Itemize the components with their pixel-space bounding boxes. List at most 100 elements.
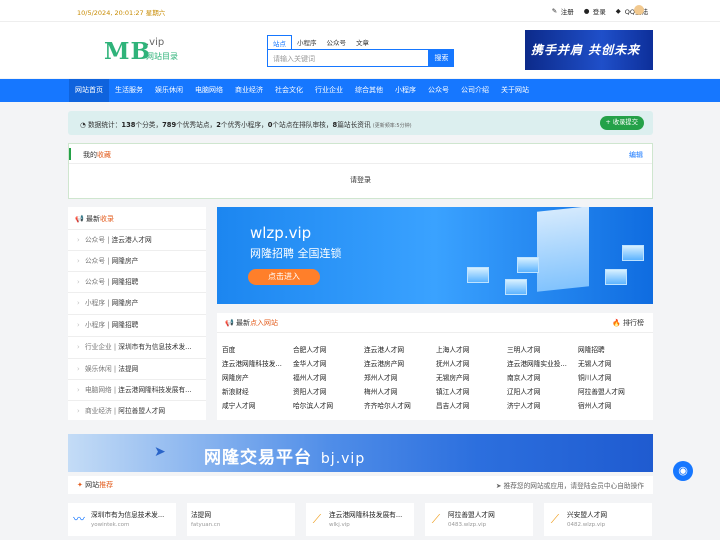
list-item[interactable]: 小程序 | 网隆房产	[68, 292, 206, 313]
recommend-card[interactable]: 〰 深圳市有为信息技术发... yowintek.com	[68, 503, 176, 536]
recommend-note: ➤ 推荐您的网站或应用，请登陆会员中心自助操作	[495, 482, 644, 490]
site-logo[interactable]: MB .vip 网站目录	[104, 37, 178, 65]
hot-site-link[interactable]: 新浪财经	[222, 386, 290, 396]
nav-business[interactable]: 商业经济	[229, 79, 269, 102]
hot-site-link[interactable]: 连云港网隆科技发...	[222, 358, 290, 368]
send-icon: ➤	[495, 482, 502, 490]
list-item[interactable]: 小程序 | 网隆招聘	[68, 314, 206, 335]
recommend-card[interactable]: ⟋ 连云港网隆科技发展有... wlkj.vip	[306, 503, 414, 536]
list-item[interactable]: 行业企业 | 深圳市有为信息技术发...	[68, 336, 206, 357]
login-prompt[interactable]: 请登录	[69, 175, 652, 185]
hot-site-link[interactable]: 连云港房产网	[364, 358, 432, 368]
nav-life[interactable]: 生活服务	[109, 79, 149, 102]
hot-site-link[interactable]: 无锡人才网	[578, 358, 646, 368]
nav-home[interactable]: 网站首页	[69, 79, 109, 102]
top-bar: 10/5/2024, 20:01:27 星期六 ✎注册 ●登录 ◆QQ登陆	[0, 0, 720, 22]
latest-panel: 📢 最新收录 公众号 | 连云港人才网 公众号 | 网隆房产 公众号 | 网隆招…	[68, 207, 206, 421]
search-button[interactable]: 搜索	[429, 49, 454, 67]
qq-chat-icon[interactable]: ◉	[673, 461, 693, 481]
cube-graphic	[605, 269, 627, 285]
user-icon: ●	[583, 6, 590, 15]
hot-site-link[interactable]: 连云港网隆实业投...	[507, 358, 575, 368]
recommend-card[interactable]: ⟋ 阿拉善盟人才网 0483.wlzp.vip	[425, 503, 533, 536]
megaphone-icon: 📢	[75, 215, 84, 223]
hot-site-link[interactable]: 济宁人才网	[507, 400, 575, 410]
divider	[217, 332, 653, 333]
recommend-card[interactable]: ⟋ 兴安盟人才网 0482.wlzp.vip	[544, 503, 652, 536]
hot-site-link[interactable]: 资阳人才网	[293, 386, 361, 396]
favorites-panel: 我的收藏 编辑 请登录	[68, 143, 653, 199]
banner-slogan: 网隆招聘 全国连锁	[250, 247, 342, 260]
hot-site-link[interactable]: 铜川人才网	[578, 372, 646, 382]
hot-site-link[interactable]: 三明人才网	[507, 344, 575, 354]
nav-society[interactable]: 社会文化	[269, 79, 309, 102]
hot-site-link[interactable]: 无锡房产网	[436, 372, 504, 382]
header-banner[interactable]: 携手并肩 共创未来	[525, 30, 653, 70]
submit-site-button[interactable]: + 收录提交	[599, 116, 644, 130]
list-item[interactable]: 公众号 | 网隆招聘	[68, 271, 206, 292]
hot-site-link[interactable]: 咸宁人才网	[222, 400, 290, 410]
megaphone-icon: 📢	[225, 319, 234, 327]
ranking-link[interactable]: 🔥 排行榜	[612, 318, 644, 328]
accent-bar	[69, 148, 71, 160]
avatar[interactable]	[634, 5, 644, 15]
hot-site-link[interactable]: 网隆招聘	[578, 344, 646, 354]
server-tower-graphic	[537, 207, 589, 292]
recommend-header: ✦ 网站推荐 ➤ 推荐您的网站或应用，请登陆会员中心自助操作	[68, 476, 653, 494]
recommend-card[interactable]: 法提网 fatyuan.cn	[187, 503, 295, 536]
hot-site-link[interactable]: 宿州人才网	[578, 400, 646, 410]
hot-site-link[interactable]: 辽阳人才网	[507, 386, 575, 396]
nav-official-account[interactable]: 公众号	[422, 79, 455, 102]
hot-site-link[interactable]: 合肥人才网	[293, 344, 361, 354]
stats-text: ◔ 数据统计：138个分类，789个优秀站点，2个优秀小程序，0个站点在排队审核…	[80, 121, 412, 129]
nav-about[interactable]: 关于网站	[495, 79, 535, 102]
search-input[interactable]: 请输入关键词	[267, 49, 429, 67]
hot-site-link[interactable]: 哈尔滨人才网	[293, 400, 361, 410]
bj-banner-text: 网隆交易平台 bj.vip	[204, 448, 366, 468]
nav-computer[interactable]: 电脑网络	[189, 79, 229, 102]
nav-miniapp[interactable]: 小程序	[389, 79, 422, 102]
wave-logo-icon: 〰	[72, 512, 85, 526]
list-item[interactable]: 公众号 | 连云港人才网	[68, 229, 206, 250]
hot-site-link[interactable]: 连云港人才网	[364, 344, 432, 354]
login-link[interactable]: ● 登录	[584, 6, 606, 16]
hot-site-link[interactable]: 福州人才网	[293, 372, 361, 382]
register-link[interactable]: ✎ 注册	[552, 6, 574, 16]
enter-button[interactable]: 点击进入	[248, 269, 320, 285]
hot-site-link[interactable]: 百度	[222, 344, 290, 354]
trading-platform-banner[interactable]: ➤ 网隆交易平台 bj.vip	[68, 434, 653, 472]
latest-title: 📢 最新收录	[75, 215, 114, 223]
banner-domain: wlzp.vip	[250, 224, 312, 242]
list-item[interactable]: 娱乐休闲 | 法提网	[68, 358, 206, 379]
hot-site-link[interactable]: 南京人才网	[507, 372, 575, 382]
latest-visited-panel: 📢 最新点入网站 🔥 排行榜 百度 合肥人才网 连云港人才网 上海人才网 三明人才网 网隆…	[217, 313, 653, 420]
tab-site[interactable]: 站点	[267, 35, 292, 50]
list-item[interactable]: 商业经济 | 阿拉善盟人才网	[68, 400, 206, 421]
hot-site-link[interactable]: 齐齐哈尔人才网	[364, 400, 432, 410]
tab-miniapp[interactable]: 小程序	[292, 35, 322, 50]
hot-site-link[interactable]: 镇江人才网	[436, 386, 504, 396]
hot-site-link[interactable]: 阿拉善盟人才网	[578, 386, 646, 396]
hot-site-link[interactable]: 郑州人才网	[364, 372, 432, 382]
favorites-title: 我的收藏	[83, 151, 111, 159]
nav-other[interactable]: 综合其他	[349, 79, 389, 102]
stats-bar: ◔ 数据统计：138个分类，789个优秀站点，2个优秀小程序，0个站点在排队审核…	[68, 111, 653, 135]
list-item[interactable]: 电脑网络 | 连云港网隆科技发展有...	[68, 379, 206, 400]
cube-graphic	[517, 257, 539, 273]
latest-visited-title: 📢 最新点入网站	[225, 319, 278, 327]
nav-entertainment[interactable]: 娱乐休闲	[149, 79, 189, 102]
tab-official-account[interactable]: 公众号	[322, 35, 352, 50]
hot-site-link[interactable]: 昌吉人才网	[436, 400, 504, 410]
nav-company[interactable]: 公司介绍	[455, 79, 495, 102]
hot-site-link[interactable]: 网隆房产	[222, 372, 290, 382]
edit-favorites-link[interactable]: 编辑	[629, 150, 643, 160]
nav-industry[interactable]: 行业企业	[309, 79, 349, 102]
chart-icon: ◔	[80, 121, 86, 129]
hot-site-link[interactable]: 金华人才网	[293, 358, 361, 368]
hot-site-link[interactable]: 梅州人才网	[364, 386, 432, 396]
tab-article[interactable]: 文章	[351, 35, 374, 50]
hot-site-link[interactable]: 抚州人才网	[436, 358, 504, 368]
list-item[interactable]: 公众号 | 网隆房产	[68, 250, 206, 271]
recruitment-banner[interactable]: wlzp.vip 网隆招聘 全国连锁 点击进入	[217, 207, 653, 304]
hot-site-link[interactable]: 上海人才网	[436, 344, 504, 354]
